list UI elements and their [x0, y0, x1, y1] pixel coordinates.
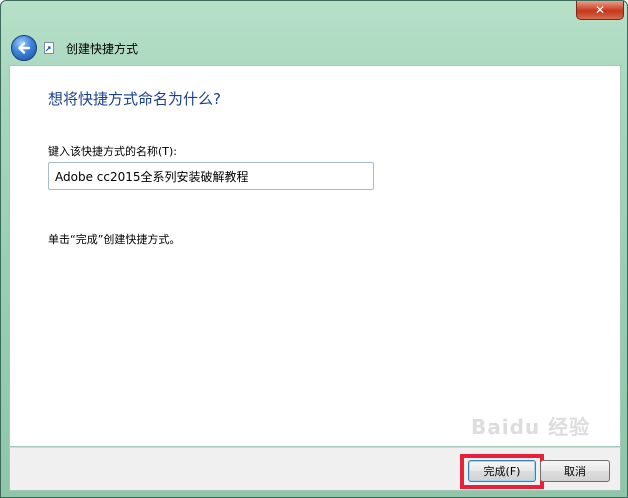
wizard-window: ✕ 创建快捷方式 想将快捷方式命名为什么? 键入该快捷方式的名称(T): 单击“… — [0, 0, 628, 498]
finish-hint: 单击“完成”创建快捷方式。 — [48, 233, 181, 246]
content-panel: 想将快捷方式命名为什么? 键入该快捷方式的名称(T): 单击“完成”创建快捷方式… — [9, 65, 621, 447]
back-arrow-icon — [18, 42, 31, 54]
wizard-title: 创建快捷方式 — [66, 42, 139, 56]
shortcut-icon — [44, 42, 54, 54]
cancel-button[interactable]: 取消 — [540, 460, 610, 482]
finish-button[interactable]: 完成(F) — [468, 460, 536, 482]
close-icon: ✕ — [594, 3, 606, 17]
shortcut-name-input[interactable] — [48, 162, 374, 190]
wizard-nav: 创建快捷方式 — [9, 31, 621, 65]
name-field-label: 键入该快捷方式的名称(T): — [48, 145, 178, 158]
watermark: Baidu 经验 — [471, 415, 591, 439]
close-button[interactable]: ✕ — [576, 1, 624, 20]
wizard-footer: 完成(F) 取消 — [9, 447, 621, 491]
back-button[interactable] — [11, 35, 37, 61]
page-heading: 想将快捷方式命名为什么? — [48, 90, 221, 108]
